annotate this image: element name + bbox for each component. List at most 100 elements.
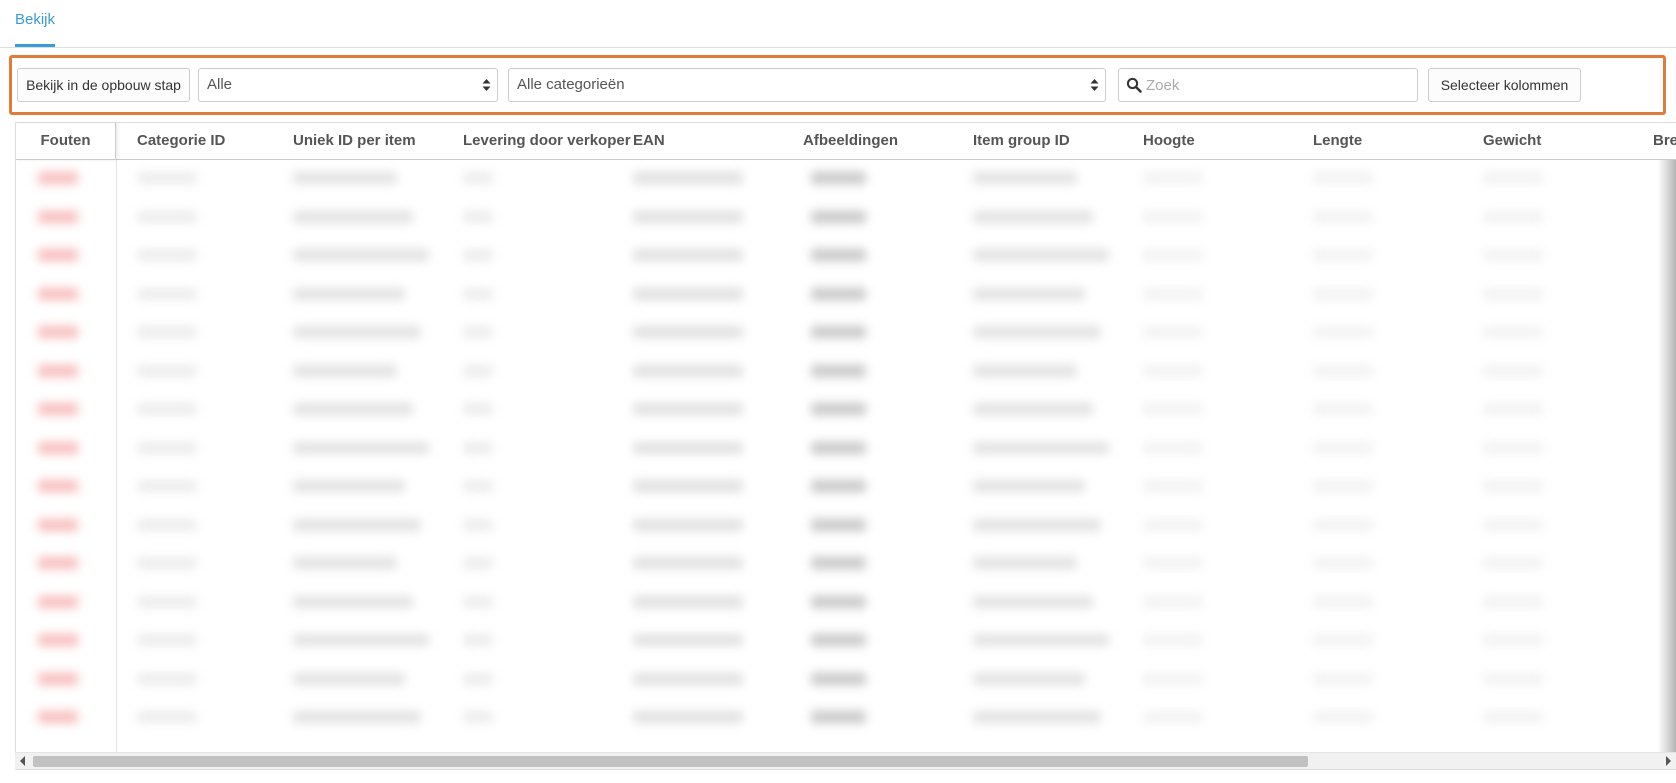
blurred-cell [811,634,866,646]
blurred-cell [293,711,421,723]
blurred-cell [1483,172,1543,184]
blurred-cell [1313,364,1373,377]
blurred-cell [973,172,1077,184]
blurred-cell [633,210,743,223]
blurred-cell [293,595,413,608]
blurred-cell [1313,634,1373,646]
column-header-levering[interactable]: Levering door verkoper [463,123,633,160]
blurred-cell [1313,711,1373,723]
blurred-cell [633,634,743,646]
blurred-cell [293,480,405,492]
blurred-cell [463,172,493,184]
blurred-cell [633,249,743,261]
blurred-cell [1313,172,1373,184]
blurred-cell [293,172,397,184]
blurred-cell [633,403,743,415]
blurred-cell [633,480,743,492]
blurred-cell [1313,518,1373,531]
blurred-cell [38,249,78,261]
tab-bar: Bekijk [0,0,1676,48]
blurred-cell [38,634,78,646]
column-header-ean[interactable]: EAN [633,123,793,160]
blurred-cell [137,172,197,184]
blurred-cell [973,364,1077,377]
blurred-cell [38,518,78,531]
blurred-cell [811,326,866,338]
blurred-cell [1143,210,1203,223]
blurred-cell [1143,711,1203,723]
blurred-cell [811,172,866,184]
column-header-afbeeldingen[interactable]: Afbeeldingen [803,123,963,160]
category-select[interactable]: Alle categorieën [508,68,1106,102]
blurred-cell [137,287,197,300]
blurred-cell [811,210,866,223]
column-header-gewicht[interactable]: Gewicht [1483,123,1623,160]
blurred-cell [293,403,413,415]
blurred-cell [811,711,866,723]
blurred-cell [463,441,493,454]
scroll-right-arrow-icon[interactable] [1666,756,1671,766]
blurred-cell [293,287,405,300]
blurred-cell [137,403,197,415]
column-header-categorie-id[interactable]: Categorie ID [137,123,277,160]
blurred-cell [811,480,866,492]
blurred-cell [1483,287,1543,300]
column-header-item-group-id[interactable]: Item group ID [973,123,1133,160]
blurred-cell [1483,326,1543,338]
blurred-cell [38,595,78,608]
column-header-lengte[interactable]: Lengte [1313,123,1473,160]
blurred-cell [1313,249,1373,261]
blurred-cell [633,595,743,608]
blurred-cell [973,441,1109,454]
blurred-cell [633,287,743,300]
column-header-breedte[interactable]: Bre [1653,123,1676,160]
blurred-cell [1313,595,1373,608]
blurred-cell [38,480,78,492]
blurred-cell [1483,595,1543,608]
scroll-left-arrow-icon[interactable] [20,756,25,766]
blurred-cell [811,441,866,454]
scroll-shadow [1658,160,1676,754]
blurred-cell [293,557,397,569]
blurred-cell [811,518,866,531]
blurred-cell [293,672,405,685]
column-header-fouten[interactable]: Fouten [16,123,116,160]
blurred-cell [811,249,866,261]
blurred-cell [137,480,197,492]
search-icon [1126,77,1142,93]
blurred-cell [1313,557,1373,569]
tab-bekijk[interactable]: Bekijk [15,0,55,48]
category-select-value: Alle categorieën [517,76,625,93]
blurred-cell [1143,441,1203,454]
select-columns-button[interactable]: Selecteer kolommen [1428,68,1581,102]
blurred-cell [38,287,78,300]
blurred-cell [1483,403,1543,415]
data-grid: Fouten Categorie ID Uniek ID per item Le… [15,122,1676,767]
blurred-cell [633,672,743,685]
blurred-cell [1143,172,1203,184]
blurred-cell [633,711,743,723]
blurred-cell [811,557,866,569]
blurred-cell [1143,326,1203,338]
blurred-cell [973,557,1077,569]
blurred-cell [463,210,493,223]
blurred-cell [463,595,493,608]
blurred-cell [137,210,197,223]
sort-caret-icon [1090,79,1099,91]
view-in-build-step-button[interactable]: Bekijk in de opbouw stap [17,68,190,102]
blurred-cell [973,287,1085,300]
column-header-hoogte[interactable]: Hoogte [1143,123,1303,160]
horizontal-scrollbar[interactable] [15,752,1676,769]
search-input[interactable] [1146,70,1414,100]
blurred-cell [973,634,1109,646]
scrollbar-thumb[interactable] [33,756,1308,767]
blurred-cell [1143,480,1203,492]
blurred-cell [38,441,78,454]
status-select[interactable]: Alle [198,68,498,102]
blurred-cell [973,403,1093,415]
blurred-cell [811,672,866,685]
column-header-uniek-id[interactable]: Uniek ID per item [293,123,458,160]
blurred-cell [38,326,78,338]
blurred-cell [1143,249,1203,261]
blurred-cell [811,595,866,608]
